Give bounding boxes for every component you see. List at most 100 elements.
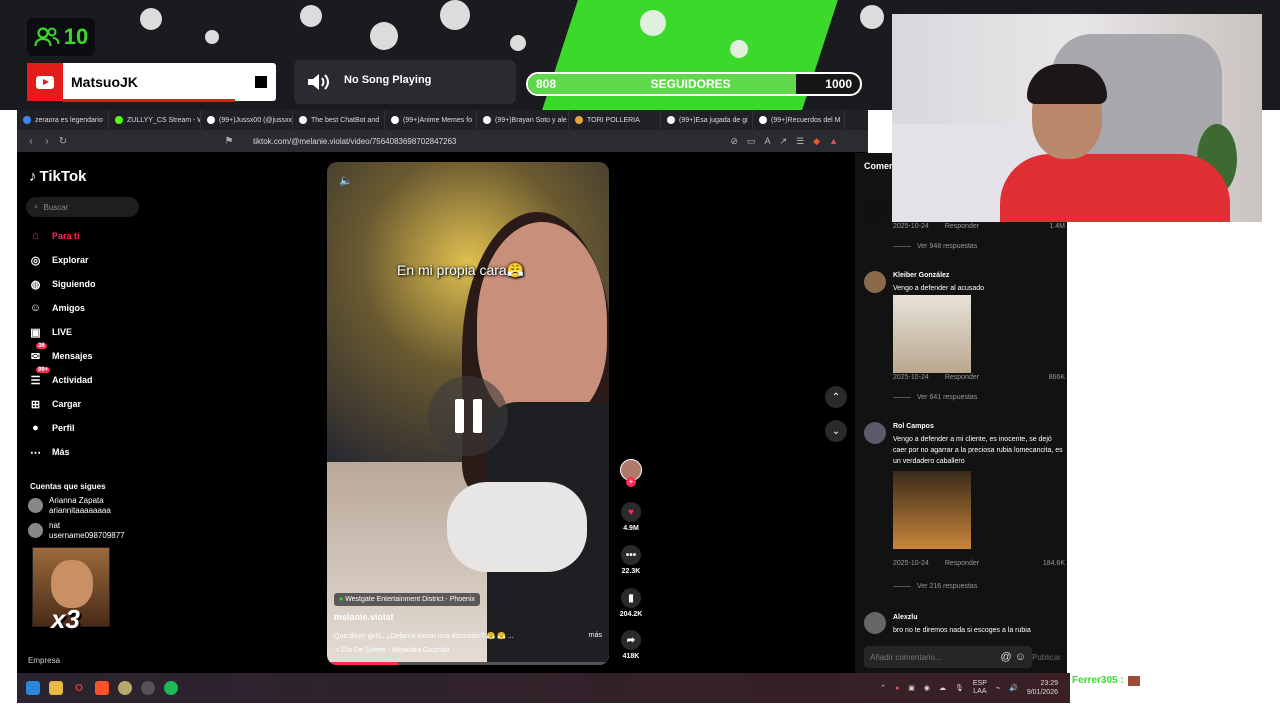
chat-username: Ferrer305 : — [1072, 675, 1124, 686]
sidebar-item-mensajes[interactable]: ✉ Mensajes 36 — [28, 343, 93, 365]
share-button[interactable]: ➦ 418K — [618, 630, 644, 660]
search-input[interactable]: ⌕ Buscar — [26, 197, 139, 217]
video-player[interactable]: 🔈 En mi propia cara😤 ● Westgate Entertai… — [327, 162, 609, 665]
browser-tab[interactable]: zeraora es legendario — [17, 110, 109, 130]
windows-start-icon[interactable] — [26, 681, 40, 695]
brave-shield-icon[interactable]: ◆ — [813, 136, 820, 147]
app-icon[interactable] — [118, 681, 132, 695]
browser-tab[interactable]: The best ChatBot and — [293, 110, 385, 130]
no-eye-icon[interactable]: ⊘ — [730, 136, 738, 147]
comment-likes[interactable]: 1.4M — [1049, 223, 1065, 230]
following-account[interactable]: Arianna Zapata ariannitaaaaaaaa — [28, 496, 111, 516]
pause-button[interactable] — [428, 376, 508, 456]
comment-author[interactable]: Kleiber González — [893, 272, 949, 279]
brave-icon[interactable] — [95, 681, 109, 695]
sidebar-item-amigos[interactable]: ☺ Amigos — [28, 299, 85, 317]
comment-author[interactable]: Alexzlu — [893, 614, 918, 621]
volume-icon[interactable]: 🔈 — [339, 174, 353, 187]
comment-date: 2025-10-24 — [893, 560, 929, 567]
sidebar-item-label: Más — [52, 447, 70, 457]
tray-app-icon[interactable]: ● — [895, 685, 899, 692]
reply-button[interactable]: Responder — [945, 374, 979, 381]
sidebar-item-cargar[interactable]: ⊞ Cargar — [28, 395, 81, 413]
back-icon[interactable]: ‹ — [23, 136, 39, 147]
reply-button[interactable]: Responder — [945, 560, 979, 567]
opera-icon[interactable]: O — [72, 681, 86, 695]
follower-current: 808 — [536, 77, 557, 91]
comment-button[interactable]: ••• 22.3K — [618, 545, 644, 575]
song-status: No Song Playing — [344, 74, 432, 86]
avatar[interactable] — [864, 422, 886, 444]
cloud-icon[interactable]: ☁ — [939, 684, 946, 692]
video-progress[interactable] — [327, 662, 609, 665]
video-song[interactable]: ♫ Día De Suerte - Alejandra Guzmán — [334, 647, 449, 654]
tray-app-icon[interactable]: ▣ — [908, 684, 915, 692]
sidebar-item-live[interactable]: ▣ LIVE — [28, 323, 72, 341]
video-username[interactable]: melanie.violat — [334, 612, 394, 622]
comment-author[interactable]: Rol Campos — [893, 423, 934, 430]
url-field[interactable]: tiktok.com/@melanie.violat/video/7564083… — [253, 137, 456, 146]
save-button[interactable]: ▮ 204.2K — [618, 588, 644, 618]
rewards-icon[interactable]: ▲ — [829, 136, 838, 147]
mic-icon[interactable]: 🎙 — [955, 684, 964, 692]
spotify-icon[interactable] — [164, 681, 178, 695]
network-icon[interactable]: ⌁ — [996, 684, 1000, 692]
location-label: Westgate Entertainment District - Phoeni… — [345, 596, 476, 603]
screen-icon[interactable]: ▭ — [747, 136, 756, 147]
follow-plus-icon[interactable]: + — [626, 477, 636, 487]
browser-tab[interactable]: ZULLYY_CS Stream - W — [109, 110, 201, 130]
avatar[interactable] — [864, 271, 886, 293]
more-link[interactable]: más — [589, 632, 602, 640]
sidebar-item-siguiendo[interactable]: ◍ Siguiendo — [28, 275, 96, 293]
video-location[interactable]: ● Westgate Entertainment District - Phoe… — [334, 593, 481, 606]
avatar[interactable] — [864, 199, 886, 221]
comment-date: 2025-10-24 — [893, 223, 929, 230]
reader-icon[interactable]: ☰ — [796, 136, 804, 147]
file-explorer-icon[interactable] — [49, 681, 63, 695]
tray-app-icon[interactable]: ◉ — [924, 684, 930, 692]
previous-video-button[interactable]: ⌃ — [825, 386, 847, 408]
comment-image[interactable] — [893, 295, 971, 373]
reply-button[interactable]: Responder — [945, 223, 979, 230]
sidebar-item-más[interactable]: ⋯ Más — [28, 443, 70, 461]
share-icon[interactable]: ↗ — [780, 136, 788, 147]
browser-tab[interactable]: (99+)Jussx00 (@jussxx — [201, 110, 293, 130]
view-replies[interactable]: Ver 641 respuestas — [893, 394, 977, 401]
like-button[interactable]: ♥ 4.9M — [618, 502, 644, 532]
forward-icon[interactable]: › — [39, 136, 55, 147]
bookmark-icon[interactable]: ⚑ — [221, 136, 237, 147]
browser-tab[interactable]: (99+)Anime Memes fo — [385, 110, 477, 130]
mention-emoji-icons[interactable]: @ ☺ — [1001, 651, 1026, 663]
users-icon — [34, 27, 60, 47]
view-replies[interactable]: Ver 948 respuestas — [893, 243, 977, 250]
share-count: 418K — [622, 653, 640, 660]
comment-likes[interactable]: 184.6K — [1043, 560, 1065, 567]
publish-button[interactable]: Publicar — [1032, 653, 1061, 662]
browser-tab[interactable]: (99+)Esa jugada de gi — [661, 110, 753, 130]
sidebar-item-perfil[interactable]: ● Perfil — [28, 419, 74, 437]
google-icon — [23, 116, 31, 124]
footer-empresa[interactable]: Empresa — [28, 656, 60, 665]
browser-tab[interactable]: TORI POLLERIA — [569, 110, 661, 130]
avatar[interactable] — [864, 612, 886, 634]
browser-tab[interactable]: (99+)Brayan Soto y ale — [477, 110, 569, 130]
next-video-button[interactable]: ⌄ — [825, 420, 847, 442]
clock[interactable]: 23:29 9/01/2026 — [1027, 679, 1058, 697]
comment-image[interactable] — [893, 471, 971, 549]
tray-chevron-icon[interactable]: ⌃ — [880, 684, 886, 692]
view-replies[interactable]: Ver 216 respuestas — [893, 583, 977, 590]
volume-icon[interactable]: 🔊 — [1009, 684, 1018, 692]
sidebar-item-actividad[interactable]: ☰ Actividad 99+ — [28, 367, 93, 389]
profile-icon: ● — [32, 422, 39, 434]
comment-input[interactable]: Añadir comentario... @ ☺ — [864, 646, 1032, 668]
tiktok-logo[interactable]: ♪ TikTok — [29, 168, 86, 185]
following-account[interactable]: nat username098709877 — [28, 521, 125, 541]
reload-icon[interactable]: ↻ — [55, 136, 71, 147]
sidebar-item-para-ti[interactable]: ⌂ Para ti — [28, 227, 79, 245]
translate-icon[interactable]: A — [765, 136, 771, 147]
comment-likes[interactable]: 866K — [1049, 374, 1065, 381]
browser-tab[interactable]: (99+)Recuerdos del M — [753, 110, 845, 130]
steam-icon[interactable] — [141, 681, 155, 695]
language-indicator[interactable]: ESP LAA — [973, 680, 987, 696]
sidebar-item-explorar[interactable]: ◎ Explorar — [28, 251, 89, 269]
